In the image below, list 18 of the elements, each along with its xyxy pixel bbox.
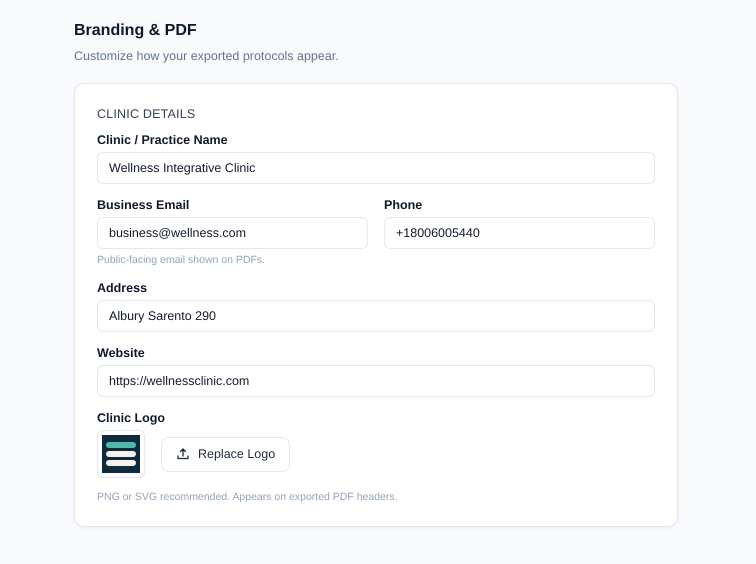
section-title: CLINIC DETAILS — [97, 106, 196, 122]
help-text: Public-facing email shown on PDFs. — [97, 254, 266, 267]
text-field[interactable]: https://wellnessclinic.com — [97, 365, 655, 397]
page-subtitle: Customize how your exported protocols appear. — [74, 48, 340, 65]
upload-icon — [176, 447, 190, 461]
field-label: Business Email — [97, 197, 190, 213]
help-text: PNG or SVG recommended. Appears on exported PDF headers. — [97, 491, 398, 504]
field-label: Clinic / Practice Name — [97, 132, 228, 148]
text-field[interactable]: Wellness Integrative Clinic — [97, 152, 655, 184]
page-title: Branding & PDF — [74, 21, 198, 41]
field-label: Phone — [384, 197, 422, 213]
field-label: Clinic Logo — [97, 410, 166, 426]
text-field[interactable]: business@wellness.com — [97, 217, 368, 249]
text-field[interactable]: +18006005440 — [384, 217, 655, 249]
field-label: Website — [97, 345, 145, 361]
field-label: Address — [97, 280, 148, 296]
replace-logo-button[interactable]: Replace Logo — [161, 436, 290, 472]
text-field[interactable]: Albury Sarento 290 — [97, 300, 655, 332]
